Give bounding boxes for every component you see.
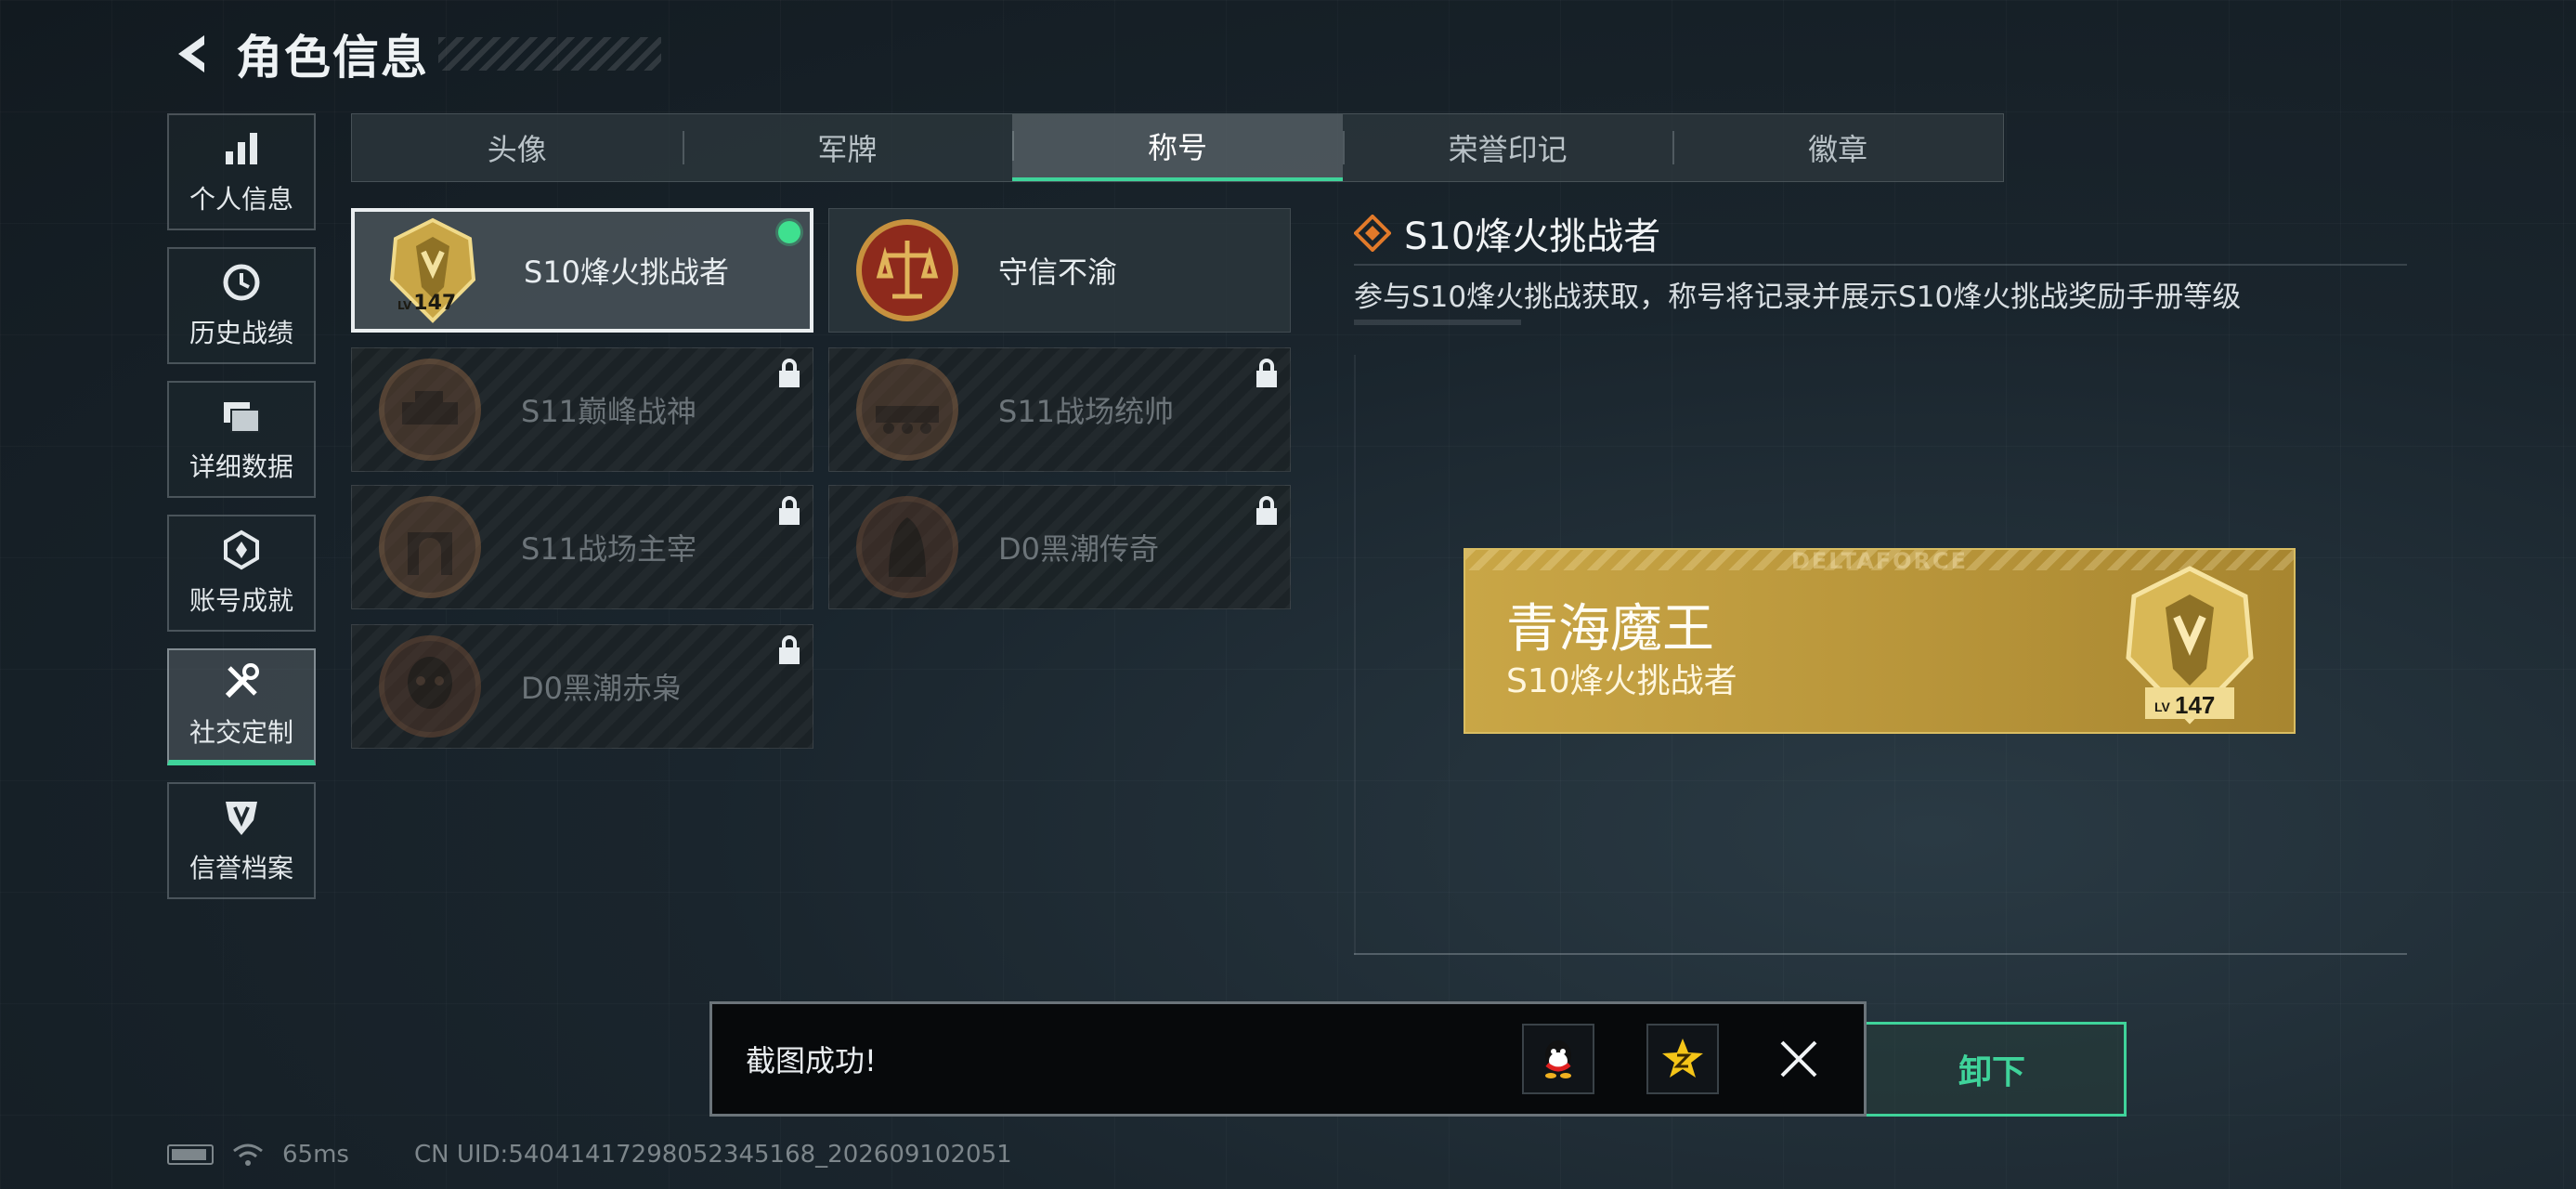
armored-vehicle-emblem-icon	[852, 354, 963, 465]
title-card-s11-battlefield-marshal[interactable]: S11战场统帅	[828, 347, 1291, 472]
nav-item-detailed-data[interactable]: 详细数据	[167, 381, 316, 498]
nav-item-match-history[interactable]: 历史战绩	[167, 247, 316, 364]
unequip-label: 卸下	[1958, 1053, 2025, 1091]
tab-honor-mark[interactable]: 荣誉印记	[1342, 114, 1673, 181]
toast-close-button[interactable]	[1771, 1031, 1827, 1087]
nav-label: 详细数据	[189, 451, 293, 482]
level-number: 147	[2175, 691, 2215, 719]
lock-icon	[1256, 496, 1277, 525]
folder-icon	[220, 395, 263, 438]
tab-bar: 头像 军牌 称号 荣誉印记 徽章	[351, 113, 2004, 182]
header: 角色信息	[167, 20, 661, 87]
title-card-s11-peak-god[interactable]: S11巅峰战神	[351, 347, 813, 472]
nav-item-reputation[interactable]: 信誉档案	[167, 782, 316, 899]
skull-emblem-icon	[374, 631, 486, 742]
tools-icon	[220, 660, 263, 703]
title-decoration	[438, 37, 661, 71]
tab-avatar[interactable]: 头像	[352, 114, 683, 181]
battery-icon	[167, 1144, 214, 1165]
lock-icon	[1256, 359, 1277, 387]
player-name: 青海魔王	[1506, 599, 1714, 660]
arch-emblem-icon	[374, 491, 486, 603]
title-card-d0-blacktide-owl[interactable]: D0黑潮赤枭	[351, 624, 813, 749]
uid-text: CN UID:5404141729805234516​8_20260910205…	[413, 1141, 1012, 1169]
screenshot-toast: 截图成功!	[709, 1001, 1867, 1117]
title-card-label: 守信不渝	[998, 255, 1118, 290]
lock-icon	[779, 359, 800, 387]
detail-title-row: S10烽火挑战者	[1354, 206, 1660, 260]
title-card-label: S10烽火挑战者	[524, 255, 730, 290]
latency-text: 65ms	[282, 1141, 349, 1169]
level-prefix: LV	[2154, 699, 2171, 714]
title-card-label: S11巅峰战神	[521, 394, 697, 429]
title-card-label: D0黑潮赤枭	[521, 671, 683, 706]
clock-icon	[220, 261, 263, 304]
title-card-label: S11战场主宰	[521, 531, 697, 567]
tab-title[interactable]: 称号	[1012, 114, 1343, 181]
nav-item-achievements[interactable]: 账号成就	[167, 515, 316, 632]
scales-emblem-icon	[852, 215, 963, 326]
nav-item-personal-info[interactable]: 个人信息	[167, 113, 316, 230]
nav-label: 信誉档案	[189, 853, 293, 883]
description-decoration	[1354, 320, 1521, 325]
back-arrow-icon[interactable]	[167, 28, 219, 80]
gold-emblem-icon: LV 147	[2126, 566, 2254, 725]
hooded-figure-emblem-icon	[852, 491, 963, 603]
title-card-d0-blacktide-legend[interactable]: D0黑潮传奇	[828, 485, 1291, 609]
nav-label: 账号成就	[189, 585, 293, 616]
shield-icon	[220, 796, 263, 839]
tab-badge[interactable]: 徽章	[1672, 114, 2003, 181]
close-icon	[1780, 1040, 1817, 1078]
divider	[1354, 264, 2407, 266]
tank-emblem-icon	[374, 354, 486, 465]
tab-dogtag[interactable]: 军牌	[682, 114, 1013, 181]
status-bar: 65ms CN UID:5404141729805234516​8_202609…	[167, 1141, 1012, 1169]
gold-emblem-icon: LV147	[377, 215, 488, 326]
share-qq-button[interactable]	[1522, 1024, 1594, 1094]
qzone-star-icon	[1662, 1039, 1703, 1078]
nav-item-social-custom[interactable]: 社交定制	[167, 648, 316, 765]
nav-label: 社交定制	[189, 717, 293, 748]
level-label: LV147	[397, 292, 457, 315]
title-card-trustworthy[interactable]: 守信不渝	[828, 208, 1291, 333]
side-nav: 个人信息 历史战绩 详细数据 账号成就 社交定制 信誉档案	[167, 113, 318, 916]
lock-icon	[779, 496, 800, 525]
diamond-icon	[1354, 215, 1391, 252]
achievement-icon	[220, 529, 263, 571]
bar-chart-icon	[220, 127, 263, 170]
nav-label: 个人信息	[189, 184, 293, 215]
share-qzone-button[interactable]	[1646, 1024, 1719, 1094]
nameplate-title: S10烽火挑战者	[1506, 662, 1737, 700]
title-card-label: D0黑潮传奇	[998, 531, 1160, 567]
lock-icon	[779, 635, 800, 664]
title-card-s11-battlefield-master[interactable]: S11战场主宰	[351, 485, 813, 609]
qq-icon	[1545, 1040, 1571, 1078]
nav-label: 历史战绩	[189, 318, 293, 348]
detail-title: S10烽火挑战者	[1404, 216, 1661, 258]
equipped-indicator	[778, 221, 800, 243]
title-card-label: S11战场统帅	[998, 394, 1175, 429]
divider	[1354, 953, 2407, 955]
title-card-s10-challenger[interactable]: LV147 S10烽火挑战者	[351, 208, 813, 333]
wifi-icon	[233, 1143, 263, 1166]
page-title: 角色信息	[236, 31, 429, 85]
detail-description: 参与S10烽火挑战获取，称号将记录并展示S10烽火挑战奖励手册等级	[1354, 281, 2242, 314]
toast-message: 截图成功!	[746, 1043, 877, 1078]
nameplate-preview: DELTAFORCE 青海魔王 S10烽火挑战者 LV 147	[1464, 548, 2296, 734]
